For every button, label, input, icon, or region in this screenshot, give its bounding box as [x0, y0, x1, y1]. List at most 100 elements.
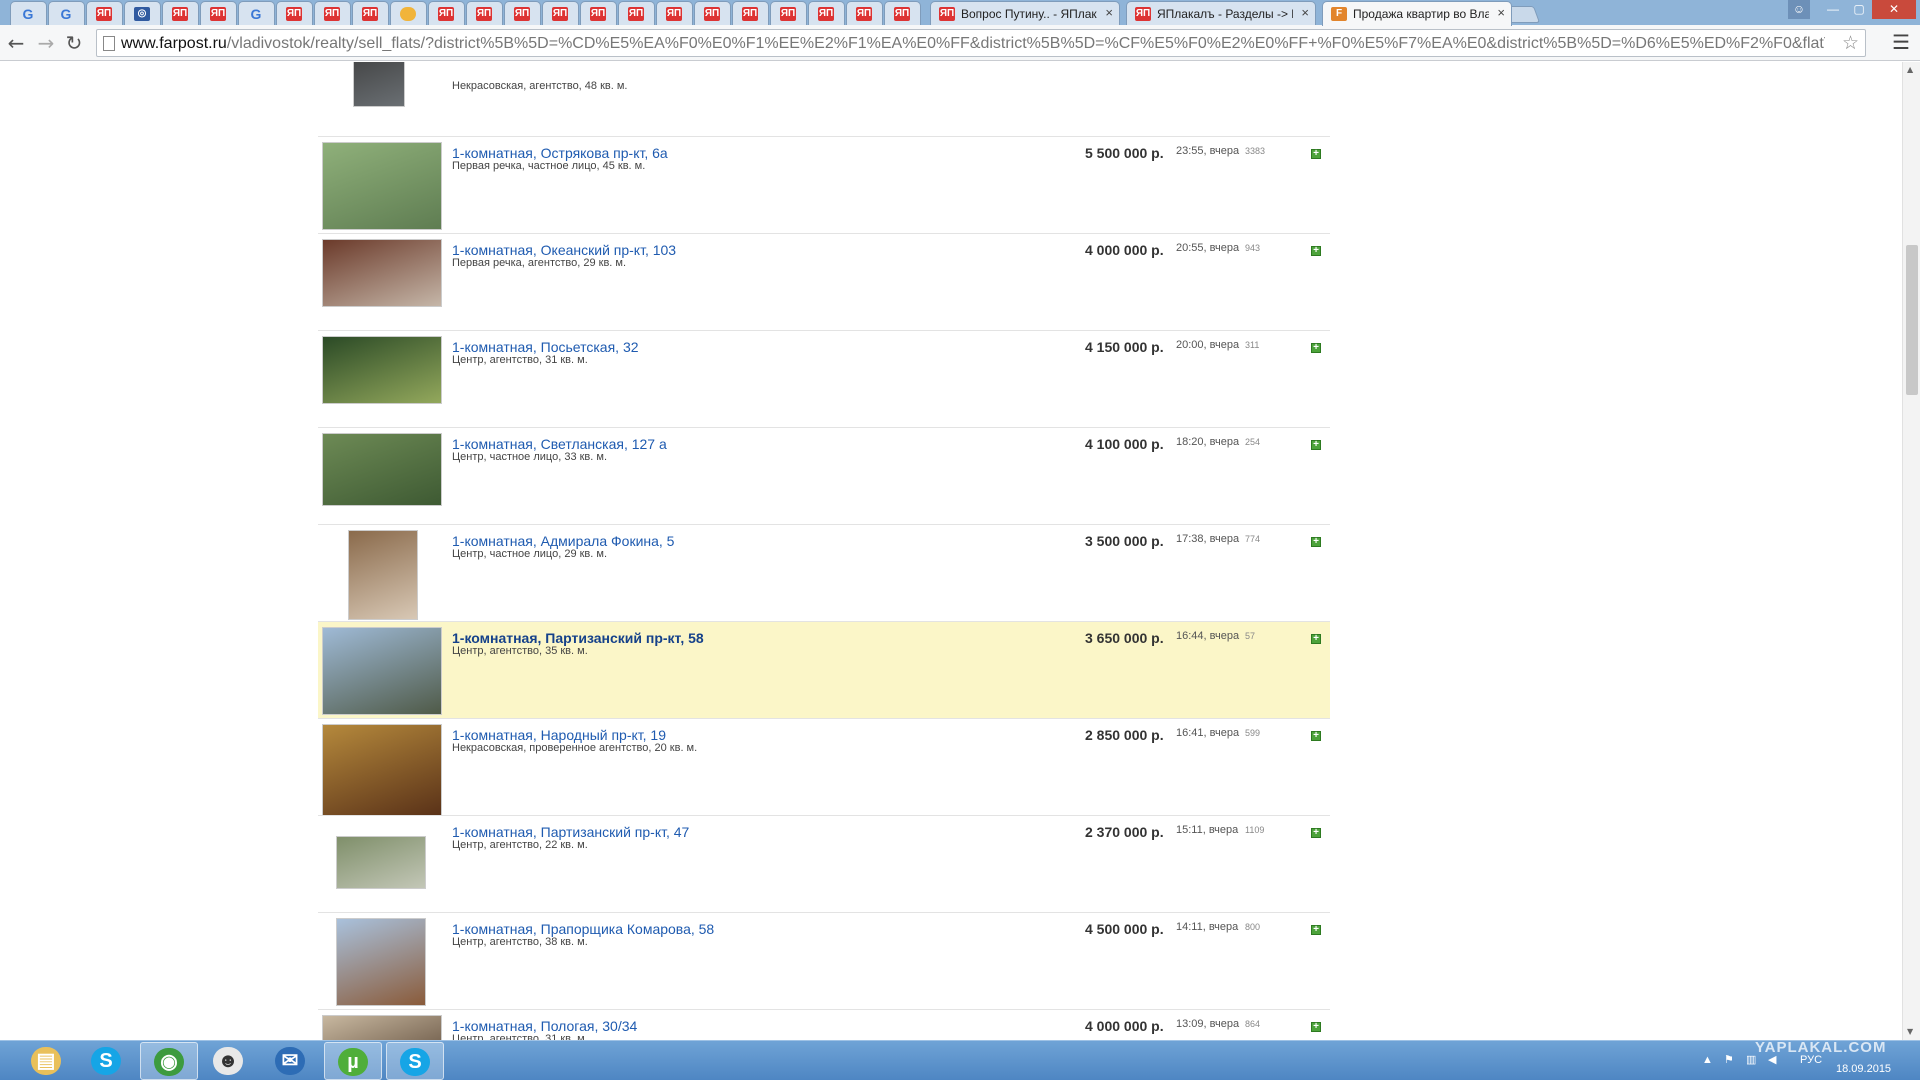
address-bar[interactable]: www.farpost.ru/vladivostok/realty/sell_f… — [96, 29, 1866, 57]
browser-tab[interactable]: ЯП — [656, 1, 693, 25]
listing-row[interactable]: 1-комнатная, Посьетская, 32 Центр, агентс… — [318, 330, 1330, 427]
listing-photo[interactable] — [322, 239, 442, 307]
add-bookmark-icon[interactable]: + — [1311, 537, 1321, 547]
yaplakal-icon: ЯП — [742, 7, 758, 21]
menu-icon[interactable]: ☰ — [1892, 32, 1910, 52]
browser-tab[interactable]: ЯП — [162, 1, 199, 25]
add-bookmark-icon[interactable]: + — [1311, 828, 1321, 838]
add-bookmark-icon[interactable]: + — [1311, 925, 1321, 935]
clock-date[interactable]: 18.09.2015 — [1836, 1062, 1891, 1076]
listing-photo[interactable] — [348, 530, 418, 620]
listing-photo[interactable] — [336, 918, 426, 1006]
browser-tab[interactable]: ЯП — [466, 1, 503, 25]
listing-row[interactable]: 1-комнатная, Пологая, 30/34 Центр, агентс… — [318, 1009, 1330, 1040]
listing-price: 3 650 000 р. — [1085, 630, 1164, 646]
listing-photo[interactable] — [353, 62, 405, 107]
add-bookmark-icon[interactable]: + — [1311, 634, 1321, 644]
listing-photo[interactable] — [322, 336, 442, 404]
yaplakal-icon: ЯП — [856, 7, 872, 21]
back-button[interactable]: ← — [4, 31, 28, 55]
listing-row[interactable]: Некрасовская, агентство, 48 кв. м. — [318, 62, 1330, 136]
yaplakal-icon: ЯП — [894, 7, 910, 21]
scrollbar[interactable]: ▲ ▼ — [1902, 62, 1920, 1040]
listing-views: 254 — [1245, 437, 1261, 447]
listing-photo[interactable] — [322, 433, 442, 506]
listing-row[interactable]: 1-комнатная, Океанский пр-кт, 103 Первая … — [318, 233, 1330, 330]
listing-photo[interactable] — [336, 836, 426, 889]
scroll-up-icon[interactable]: ▲ — [1907, 66, 1913, 74]
browser-tab[interactable]: G — [238, 1, 275, 25]
minimize-button[interactable]: — — [1820, 0, 1846, 19]
tab-title: Вопрос Путину.. - ЯПлак — [961, 7, 1097, 21]
taskbar-app[interactable]: S — [78, 1042, 136, 1080]
listing-row[interactable]: 1-комнатная, Народный пр-кт, 19 Некрасовс… — [318, 718, 1330, 816]
browser-tab[interactable]: ЯП ЯПлакалъ - Разделы -> F × — [1126, 1, 1316, 25]
browser-tab[interactable]: ЯП — [200, 1, 237, 25]
listing-row[interactable]: 1-комнатная, Острякова пр-кт, 6а Первая р… — [318, 136, 1330, 233]
close-tab-icon[interactable]: × — [1497, 6, 1505, 20]
tray-arrow-icon[interactable]: ▲ — [1702, 1053, 1713, 1067]
bookmark-star-icon[interactable]: ☆ — [1842, 33, 1859, 53]
browser-tab[interactable]: ЯП — [276, 1, 313, 25]
browser-tab[interactable]: ЯП — [504, 1, 541, 25]
listing-row[interactable]: 1-комнатная, Партизанский пр-кт, 58 Центр… — [318, 621, 1330, 718]
browser-tab[interactable]: G — [48, 1, 85, 25]
yaplakal-icon: ЯП — [286, 7, 302, 21]
browser-tab[interactable]: ЯП — [86, 1, 123, 25]
close-tab-icon[interactable]: × — [1301, 6, 1309, 20]
taskbar-app[interactable]: ✉ — [262, 1042, 320, 1080]
taskbar-app[interactable]: ▤ — [18, 1042, 76, 1080]
browser-tab[interactable]: ЯП — [314, 1, 351, 25]
add-bookmark-icon[interactable]: + — [1311, 246, 1321, 256]
browser-tab[interactable]: ◎ — [124, 1, 161, 25]
browser-tab[interactable]: ЯП — [884, 1, 921, 25]
scroll-down-icon[interactable]: ▼ — [1907, 1028, 1913, 1036]
flag-icon[interactable]: ⚑ — [1724, 1053, 1734, 1067]
add-bookmark-icon[interactable]: + — [1311, 731, 1321, 741]
yaplakal-icon: ЯП — [476, 7, 492, 21]
browser-tab[interactable]: ЯП — [694, 1, 731, 25]
browser-tab[interactable]: ЯП — [808, 1, 845, 25]
listing-row[interactable]: 1-комнатная, Партизанский пр-кт, 47 Центр… — [318, 815, 1330, 912]
sun-icon: ● — [400, 7, 416, 21]
listing-photo[interactable] — [322, 724, 442, 816]
user-icon[interactable]: ☺ — [1788, 0, 1810, 19]
browser-tab[interactable]: ЯП — [352, 1, 389, 25]
listing-row[interactable]: 1-комнатная, Светланская, 127 а Центр, ча… — [318, 427, 1330, 524]
browser-tab[interactable]: ЯП — [428, 1, 465, 25]
browser-tab[interactable]: ЯП — [846, 1, 883, 25]
listing-photo[interactable] — [322, 1015, 442, 1040]
browser-tab[interactable]: ЯП — [770, 1, 807, 25]
forward-button[interactable]: → — [34, 31, 58, 55]
listing-photo[interactable] — [322, 627, 442, 715]
taskbar-app[interactable]: µ — [324, 1042, 382, 1080]
scroll-thumb[interactable] — [1906, 245, 1918, 395]
add-bookmark-icon[interactable]: + — [1311, 1022, 1321, 1032]
browser-tab[interactable]: ЯП — [618, 1, 655, 25]
listing-row[interactable]: 1-комнатная, Прапорщика Комарова, 58 Цент… — [318, 912, 1330, 1009]
add-bookmark-icon[interactable]: + — [1311, 149, 1321, 159]
close-tab-icon[interactable]: × — [1105, 6, 1113, 20]
taskbar-app[interactable]: ◉ — [140, 1042, 198, 1080]
listing-row[interactable]: 1-комнатная, Адмирала Фокина, 5 Центр, ча… — [318, 524, 1330, 621]
taskbar-app[interactable]: S — [386, 1042, 444, 1080]
taskbar-app[interactable]: ☻ — [200, 1042, 258, 1080]
browser-tab[interactable]: ЯП — [580, 1, 617, 25]
add-bookmark-icon[interactable]: + — [1311, 440, 1321, 450]
browser-tab[interactable]: F Продажа квартир во Вла × — [1322, 1, 1512, 26]
browser-tab[interactable]: G — [10, 1, 47, 25]
maximize-button[interactable]: ▢ — [1846, 0, 1872, 19]
explorer-icon: ▤ — [31, 1047, 61, 1075]
browser-tab[interactable]: ЯП Вопрос Путину.. - ЯПлак × — [930, 1, 1120, 25]
browser-tab[interactable]: ● — [390, 1, 427, 25]
reload-button[interactable]: ↻ — [62, 31, 86, 55]
browser-tab[interactable]: ЯП — [542, 1, 579, 25]
listing-details: Некрасовская, проверенное агентство, 20 … — [452, 742, 698, 754]
add-bookmark-icon[interactable]: + — [1311, 343, 1321, 353]
listing-photo[interactable] — [322, 142, 442, 230]
tab-title: Продажа квартир во Вла — [1353, 7, 1489, 21]
close-window-button[interactable]: ✕ — [1872, 0, 1916, 19]
listing-time: 17:38, вчера — [1176, 533, 1240, 545]
browser-tab[interactable]: ЯП — [732, 1, 769, 25]
url-text[interactable]: www.farpost.ru/vladivostok/realty/sell_f… — [121, 35, 1825, 53]
